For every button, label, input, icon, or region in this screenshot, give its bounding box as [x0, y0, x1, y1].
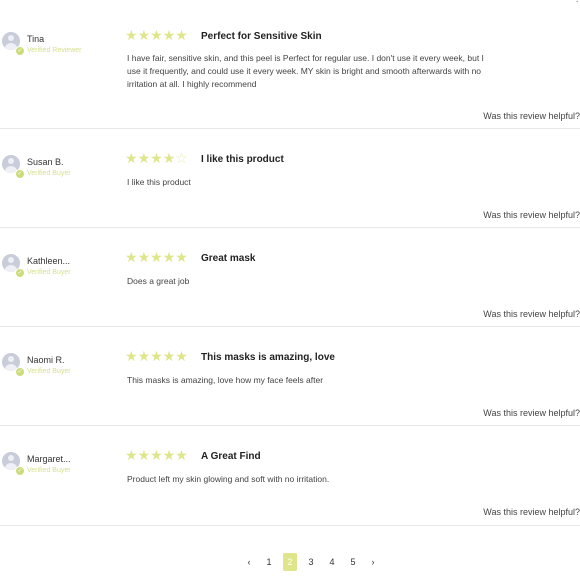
helpful-prompt[interactable]: Was this review helpful?	[483, 111, 580, 121]
review-title: This masks is amazing, love	[201, 352, 335, 363]
pagination: ‹ 1 2 3 4 5 ›	[0, 553, 580, 571]
star-icon: ★	[162, 249, 176, 265]
review-body: Product left my skin glowing and soft wi…	[127, 474, 330, 484]
verified-badge: Verified Reviewer	[27, 47, 82, 54]
verified-badge: Verified Buyer	[27, 467, 71, 474]
rating-stars: ★★★★★	[125, 447, 188, 464]
star-icon: ★	[150, 150, 163, 166]
check-circle-icon: ✓	[15, 169, 25, 179]
helpful-prompt[interactable]: Was this review helpful?	[483, 309, 580, 319]
star-icon: ★	[162, 27, 176, 43]
helpful-prompt[interactable]: Was this review helpful?	[483, 408, 580, 418]
page-3[interactable]: 3	[304, 553, 318, 571]
reviewer-name: Tina	[27, 34, 45, 44]
star-icon: ★	[125, 27, 138, 43]
star-icon: ★	[150, 447, 163, 463]
rating-stars: ★★★★☆	[125, 150, 188, 167]
star-icon: ★	[137, 249, 151, 265]
rating-stars: ★★★★★	[125, 27, 188, 44]
check-circle-icon: ✓	[15, 367, 25, 377]
chevron-right-icon[interactable]: ›	[366, 553, 380, 571]
star-outline-icon: ☆	[175, 150, 188, 166]
star-icon: ★	[175, 447, 188, 463]
verified-badge: Verified Buyer	[27, 368, 71, 375]
star-icon: ★	[137, 447, 151, 463]
star-icon: ★	[150, 27, 163, 43]
star-icon: ★	[125, 348, 138, 364]
star-icon: ★	[150, 249, 163, 265]
rating-stars: ★★★★★	[125, 348, 188, 365]
previous-helpful-fragment: ?	[574, 0, 580, 5]
star-icon: ★	[175, 27, 188, 43]
check-circle-icon: ✓	[15, 466, 25, 476]
review-title: Great mask	[201, 253, 256, 264]
review-divider	[0, 425, 580, 426]
rating-stars: ★★★★★	[125, 249, 188, 266]
reviewer-name: Margaret...	[27, 454, 71, 464]
page-2-current[interactable]: 2	[283, 553, 297, 571]
review-title: I like this product	[201, 154, 284, 165]
check-circle-icon: ✓	[15, 268, 25, 278]
review-body: Does a great job	[127, 276, 190, 286]
review-divider	[0, 227, 580, 228]
reviewer-name: Kathleen...	[27, 256, 71, 266]
review-body: I like this product	[127, 177, 191, 187]
review-body: I have fair, sensitive skin, and this pe…	[127, 53, 484, 89]
verified-badge: Verified Buyer	[27, 269, 71, 276]
review-title: A Great Find	[201, 451, 261, 462]
star-icon: ★	[162, 348, 176, 364]
review-divider	[0, 525, 580, 526]
chevron-left-icon[interactable]: ‹	[242, 553, 256, 571]
page-4[interactable]: 4	[325, 553, 339, 571]
star-icon: ★	[150, 348, 163, 364]
check-circle-icon: ✓	[15, 46, 25, 56]
helpful-prompt[interactable]: Was this review helpful?	[483, 507, 580, 517]
star-icon: ★	[175, 348, 188, 364]
review-divider	[0, 326, 580, 327]
page-1[interactable]: 1	[262, 553, 276, 571]
star-icon: ★	[162, 447, 176, 463]
star-icon: ★	[125, 249, 138, 265]
star-icon: ★	[137, 348, 151, 364]
reviewer-name: Susan B.	[27, 157, 64, 167]
star-icon: ★	[162, 150, 176, 166]
helpful-prompt[interactable]: Was this review helpful?	[483, 210, 580, 220]
reviewer-name: Naomi R.	[27, 355, 65, 365]
star-icon: ★	[137, 150, 151, 166]
star-icon: ★	[175, 249, 188, 265]
review-body: This masks is amazing, love how my face …	[127, 375, 324, 385]
review-title: Perfect for Sensitive Skin	[201, 31, 322, 42]
review-divider	[0, 128, 580, 129]
star-icon: ★	[125, 150, 138, 166]
star-icon: ★	[125, 447, 138, 463]
page-5[interactable]: 5	[346, 553, 360, 571]
star-icon: ★	[137, 27, 151, 43]
verified-badge: Verified Buyer	[27, 170, 71, 177]
